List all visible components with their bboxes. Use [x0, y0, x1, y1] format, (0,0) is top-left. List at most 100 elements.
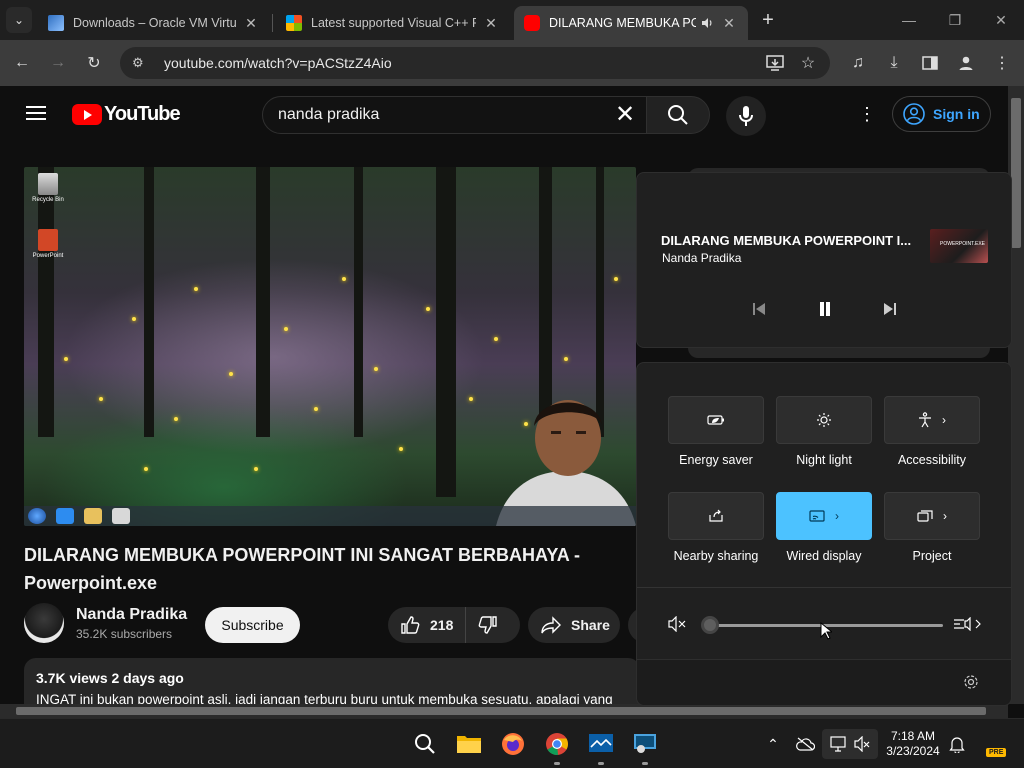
bookmark-star-icon[interactable]: ☆ [795, 50, 821, 76]
tab-oracle-downloads[interactable]: Downloads – Oracle VM Virtual ✕ [38, 6, 270, 40]
sign-in-button[interactable]: Sign in [892, 96, 991, 132]
thumbs-up-icon [401, 616, 420, 634]
muted-speaker-icon[interactable] [668, 616, 686, 632]
description-box[interactable]: 3.7K views 2 days ago INGAT ini bukan po… [24, 658, 640, 704]
media-thumbnail: POWERPOINT.EXE [930, 229, 988, 263]
close-tab-icon[interactable]: ✕ [242, 15, 260, 32]
like-count: 218 [430, 617, 454, 633]
restore-button[interactable]: ❐ [932, 0, 978, 40]
channel-avatar[interactable] [24, 603, 64, 643]
search-taskbar-button[interactable] [410, 729, 440, 759]
accessibility-icon [919, 412, 931, 428]
install-app-icon[interactable] [762, 50, 788, 76]
firefox-button[interactable] [498, 729, 528, 759]
tab-visual-cpp[interactable]: Latest supported Visual C++ Re ✕ [276, 6, 510, 40]
tab-youtube-video[interactable]: DILARANG MEMBUKA POW ✕ [514, 6, 748, 40]
tab-title: Latest supported Visual C++ Re [311, 16, 476, 30]
volume-slider-thumb[interactable] [701, 616, 719, 634]
powerpoint-desktop-icon: PowerPoint [30, 229, 66, 259]
hamburger-menu-icon[interactable] [26, 106, 46, 120]
minimize-button[interactable]: — [886, 0, 932, 40]
video-player[interactable]: Recycle Bin PowerPoint [24, 167, 636, 526]
sign-in-label: Sign in [933, 106, 980, 122]
windows-taskbar: ⌃ 7:18 AM 3/23/2024 PRE [0, 718, 1024, 768]
search-icon [668, 105, 688, 125]
recycle-bin-desktop-icon: Recycle Bin [30, 173, 66, 203]
project-icon [917, 510, 933, 522]
youtube-favicon-icon [524, 15, 540, 31]
tree-trunk [256, 167, 270, 437]
chrome-menu-icon[interactable]: ⋮ [989, 50, 1015, 76]
firefly [426, 307, 430, 311]
tree-trunk [354, 167, 363, 437]
horizontal-scrollbar[interactable] [0, 704, 1008, 718]
system-tray-network-volume[interactable] [822, 729, 878, 759]
wired-display-tile[interactable]: › [776, 492, 872, 540]
show-hidden-icons-chevron[interactable]: ⌃ [758, 729, 788, 759]
close-tab-icon[interactable]: ✕ [720, 15, 738, 32]
firefly [342, 277, 346, 281]
new-tab-button[interactable]: + [756, 9, 780, 33]
scroll-thumb[interactable] [1011, 98, 1021, 248]
clock[interactable]: 7:18 AM 3/23/2024 [880, 729, 946, 759]
share-button[interactable]: Share [528, 607, 620, 643]
profile-icon[interactable] [953, 50, 979, 76]
previous-icon [753, 303, 765, 315]
clear-search-icon[interactable]: ✕ [610, 101, 640, 131]
chevron-right-icon: › [835, 509, 839, 523]
settings-more-icon[interactable]: ⋮ [858, 103, 876, 127]
address-bar[interactable]: ⚙ youtube.com/watch?v=pACStzZ4Aio [120, 47, 830, 79]
dislike-button[interactable] [466, 607, 498, 643]
forward-button[interactable]: → [45, 50, 71, 76]
scroll-thumb[interactable] [16, 707, 986, 715]
vm-window-button[interactable] [630, 729, 660, 765]
site-info-icon[interactable]: ⚙ [132, 55, 152, 71]
virtualbox-taskbar-button[interactable] [586, 729, 616, 765]
firefly [494, 337, 498, 341]
channel-name[interactable]: Nanda Pradika [76, 606, 187, 624]
brightness-icon [817, 413, 831, 427]
youtube-logo[interactable]: YouTube [72, 103, 181, 126]
file-explorer-button[interactable] [454, 729, 484, 759]
microphone-icon [739, 106, 753, 126]
pause-button[interactable] [813, 297, 837, 321]
notifications-bell-icon[interactable] [942, 729, 972, 759]
audio-output-icon[interactable] [953, 617, 981, 631]
night-light-tile[interactable] [776, 396, 872, 444]
project-tile[interactable]: › [884, 492, 980, 540]
tree-trunk [436, 167, 456, 497]
channel-info[interactable]: Nanda Pradika 35.2K subscribers [24, 603, 187, 643]
firefly [469, 397, 473, 401]
search-input[interactable]: nanda pradika ✕ [262, 96, 647, 134]
like-button[interactable]: 218 [388, 607, 467, 643]
side-panel-icon[interactable] [917, 50, 943, 76]
media-controls-icon[interactable]: ♫ [845, 50, 871, 76]
tab-search-button[interactable]: ⌄ [6, 7, 32, 33]
accessibility-tile[interactable]: › [884, 396, 980, 444]
tab-title: Downloads – Oracle VM Virtual [73, 16, 236, 30]
remote-desktop-icon [634, 734, 656, 753]
firefly [564, 357, 568, 361]
voice-search-button[interactable] [726, 96, 766, 136]
close-window-button[interactable]: ✕ [978, 0, 1024, 40]
onedrive-offline-icon[interactable] [790, 729, 820, 759]
energy-saver-tile[interactable] [668, 396, 764, 444]
speaker-icon[interactable] [700, 16, 714, 30]
subscribe-button[interactable]: Subscribe [205, 607, 300, 643]
downloads-icon[interactable]: ⤓ [881, 50, 907, 76]
clock-time: 7:18 AM [890, 729, 936, 743]
previous-track-button[interactable] [747, 297, 771, 321]
back-button[interactable]: ← [9, 50, 35, 76]
presenter-webcam [496, 376, 636, 526]
chrome-taskbar-button[interactable] [542, 729, 572, 765]
settings-gear-icon[interactable] [963, 674, 979, 690]
search-button[interactable] [646, 96, 710, 134]
nearby-sharing-tile[interactable] [668, 492, 764, 540]
media-artist: Nanda Pradika [662, 251, 742, 265]
reload-button[interactable]: ↻ [81, 50, 107, 76]
search-query: nanda pradika [278, 106, 380, 123]
close-tab-icon[interactable]: ✕ [482, 15, 500, 32]
running-indicator [554, 762, 560, 765]
clock-date: 3/23/2024 [886, 744, 940, 758]
next-track-button[interactable] [878, 297, 902, 321]
